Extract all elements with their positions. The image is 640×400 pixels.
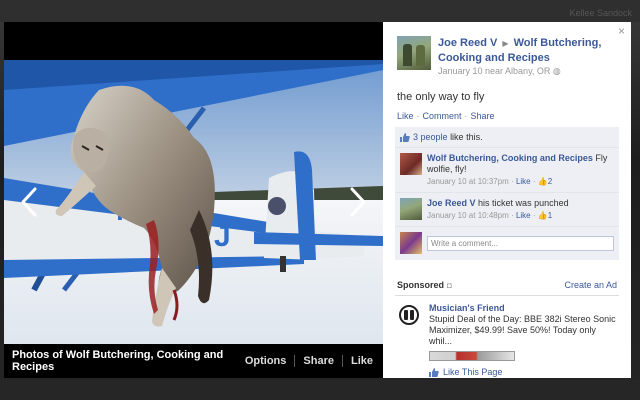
- ad-title-link[interactable]: Musician's Friend: [429, 303, 617, 314]
- write-comment-row: [395, 227, 619, 260]
- avatar[interactable]: [400, 153, 422, 175]
- comment-author[interactable]: Joe Reed V: [427, 198, 476, 208]
- post-like-link[interactable]: Like: [397, 111, 414, 121]
- sponsored-title: Sponsored: [397, 280, 445, 290]
- avatar[interactable]: [400, 198, 422, 220]
- photo-caption: the only way to fly: [397, 91, 485, 103]
- sponsored-header: Sponsored ◘ Create an Ad: [395, 280, 619, 296]
- share-button[interactable]: Share: [294, 355, 342, 367]
- sponsored-section: Sponsored ◘ Create an Ad Musician's Frien…: [395, 280, 619, 378]
- comment: Joe Reed V his ticket was punched Januar…: [395, 193, 619, 227]
- post-actions: Like · Comment · Share: [397, 111, 495, 121]
- background-top-strip: [0, 0, 640, 22]
- poster-header: Joe Reed V ▶ Wolf Butchering, Cooking an…: [383, 22, 631, 77]
- create-ad-link[interactable]: Create an Ad: [564, 280, 617, 290]
- ad-unit: Musician's Friend Stupid Deal of the Day…: [395, 296, 619, 378]
- avatar[interactable]: [397, 36, 431, 70]
- photo-registration-text-2: J: [214, 220, 231, 253]
- comments-box: 3 people like this. Wolf Butchering, Coo…: [395, 127, 619, 260]
- ad-text: Stupid Deal of the Day: BBE 382i Stereo …: [429, 314, 616, 346]
- photo-stage: N3 J Photos of Wolf Butcheri: [4, 22, 383, 378]
- previous-photo-button[interactable]: [14, 182, 44, 222]
- thumbs-up-icon: 👍: [537, 211, 548, 220]
- chevron-left-icon: [21, 187, 37, 217]
- comment-time[interactable]: January 10 at 10:48pm: [427, 211, 509, 220]
- comment-like-link[interactable]: Like: [516, 211, 531, 220]
- thumbs-up-icon: [400, 132, 410, 142]
- like-button[interactable]: Like: [341, 355, 375, 367]
- comment-author[interactable]: Wolf Butchering, Cooking and Recipes: [427, 153, 593, 163]
- background-bottom-strip: [0, 380, 640, 400]
- comment-like-count[interactable]: 1: [548, 211, 552, 220]
- post-comment-link[interactable]: Comment: [423, 111, 462, 121]
- photo-details-panel: × Joe Reed V ▶ Wolf Butchering, Cooking …: [383, 22, 631, 378]
- thumbs-up-icon: 👍: [537, 177, 548, 186]
- comment-text: his ticket was punched: [478, 198, 569, 208]
- like-page-label: Like This Page: [443, 367, 503, 377]
- photo-actions: Options Share Like: [237, 355, 375, 367]
- comment: Wolf Butchering, Cooking and Recipes Fly…: [395, 148, 619, 193]
- options-button[interactable]: Options: [237, 355, 295, 367]
- arrow-right-icon: ▶: [502, 39, 509, 48]
- close-button[interactable]: ×: [618, 25, 625, 37]
- poster-name-link[interactable]: Joe Reed V: [438, 37, 497, 49]
- photo-footer: Photos of Wolf Butchering, Cooking and R…: [4, 344, 383, 378]
- like-page-button[interactable]: Like This Page: [429, 367, 617, 378]
- ad-logo[interactable]: [399, 305, 419, 325]
- comment-like-link[interactable]: Like: [516, 177, 531, 186]
- ad-image[interactable]: [429, 351, 515, 361]
- background-profile-name: Kellee Sandock: [569, 8, 632, 18]
- chevron-right-icon: [350, 187, 366, 217]
- comment-input[interactable]: [427, 235, 614, 251]
- photo-image: N3 J: [4, 60, 383, 344]
- photo[interactable]: N3 J: [4, 60, 383, 344]
- thumbs-up-icon: [429, 368, 439, 377]
- globe-icon: ◍: [552, 66, 561, 76]
- comment-time[interactable]: January 10 at 10:37pm: [427, 177, 509, 186]
- likes-summary: 3 people like this.: [395, 127, 619, 148]
- likes-count-link[interactable]: 3 people: [413, 132, 448, 142]
- ad-info-icon[interactable]: ◘: [447, 281, 452, 290]
- post-timestamp[interactable]: January 10 near Albany, OR: [438, 66, 550, 76]
- likes-suffix: like this.: [450, 132, 483, 142]
- album-title[interactable]: Photos of Wolf Butchering, Cooking and R…: [12, 349, 237, 373]
- next-photo-button[interactable]: [343, 182, 373, 222]
- post-share-link[interactable]: Share: [471, 111, 495, 121]
- comment-like-count[interactable]: 2: [548, 177, 552, 186]
- avatar: [400, 232, 422, 254]
